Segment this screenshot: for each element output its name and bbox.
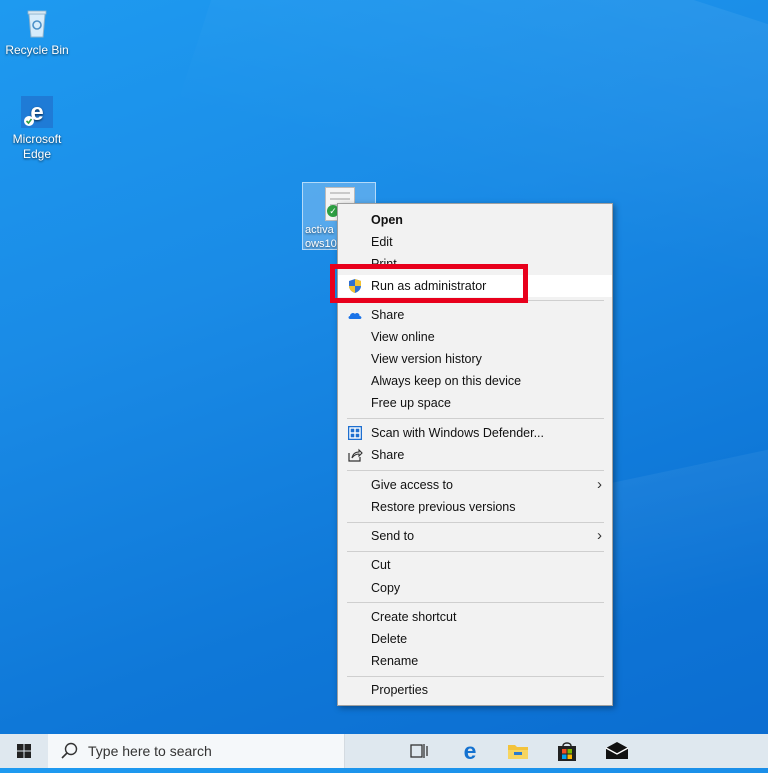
menu-item-scan-defender[interactable]: Scan with Windows Defender... <box>338 422 612 444</box>
menu-separator <box>347 676 604 677</box>
taskbar: Type here to search e <box>0 734 768 768</box>
menu-item-edit[interactable]: Edit <box>338 231 612 253</box>
edge-icon: e <box>20 95 54 129</box>
edge-icon[interactable]: e <box>458 738 482 764</box>
desktop-icon-label: Microsoft Edge <box>12 132 62 161</box>
svg-text:e: e <box>464 740 477 762</box>
menu-item-open[interactable]: Open <box>338 209 612 231</box>
menu-separator <box>347 418 604 419</box>
onedrive-icon <box>347 307 363 323</box>
mail-icon[interactable] <box>604 740 629 762</box>
recycle-bin-icon <box>20 6 54 40</box>
menu-item-restore-previous-versions[interactable]: Restore previous versions <box>338 496 612 518</box>
menu-separator <box>347 602 604 603</box>
share-icon <box>347 447 363 463</box>
highlight-annotation-box <box>330 264 528 303</box>
menu-separator <box>347 470 604 471</box>
menu-item-share-onedrive[interactable]: Share <box>338 304 612 326</box>
search-placeholder: Type here to search <box>88 743 212 759</box>
menu-item-send-to[interactable]: Send to › <box>338 525 612 547</box>
menu-separator <box>347 522 604 523</box>
chevron-right-icon: › <box>597 476 602 493</box>
chevron-right-icon: › <box>597 527 602 544</box>
menu-item-view-version-history[interactable]: View version history <box>338 348 612 370</box>
task-view-icon[interactable] <box>407 740 431 762</box>
menu-item-free-up-space[interactable]: Free up space <box>338 392 612 414</box>
defender-icon <box>347 425 363 441</box>
menu-item-create-shortcut[interactable]: Create shortcut <box>338 606 612 628</box>
menu-item-rename[interactable]: Rename <box>338 650 612 672</box>
file-explorer-icon[interactable] <box>506 740 530 762</box>
search-icon <box>61 742 78 759</box>
menu-item-always-keep[interactable]: Always keep on this device <box>338 370 612 392</box>
menu-item-copy[interactable]: Copy <box>338 577 612 599</box>
menu-item-give-access-to[interactable]: Give access to › <box>338 474 612 496</box>
menu-item-share[interactable]: Share <box>338 444 612 466</box>
taskbar-search-box[interactable]: Type here to search <box>48 734 345 768</box>
menu-item-properties[interactable]: Properties <box>338 679 612 701</box>
menu-item-delete[interactable]: Delete <box>338 628 612 650</box>
windows-logo-icon <box>17 744 31 758</box>
menu-item-cut[interactable]: Cut <box>338 554 612 576</box>
menu-item-view-online[interactable]: View online <box>338 326 612 348</box>
desktop-icon-edge[interactable]: e Microsoft Edge <box>0 95 74 162</box>
start-button[interactable] <box>0 734 48 768</box>
desktop-icon-label: Recycle Bin <box>5 43 69 57</box>
menu-separator <box>347 551 604 552</box>
store-icon[interactable] <box>555 740 579 762</box>
desktop-icon-recycle-bin[interactable]: Recycle Bin <box>0 6 74 58</box>
